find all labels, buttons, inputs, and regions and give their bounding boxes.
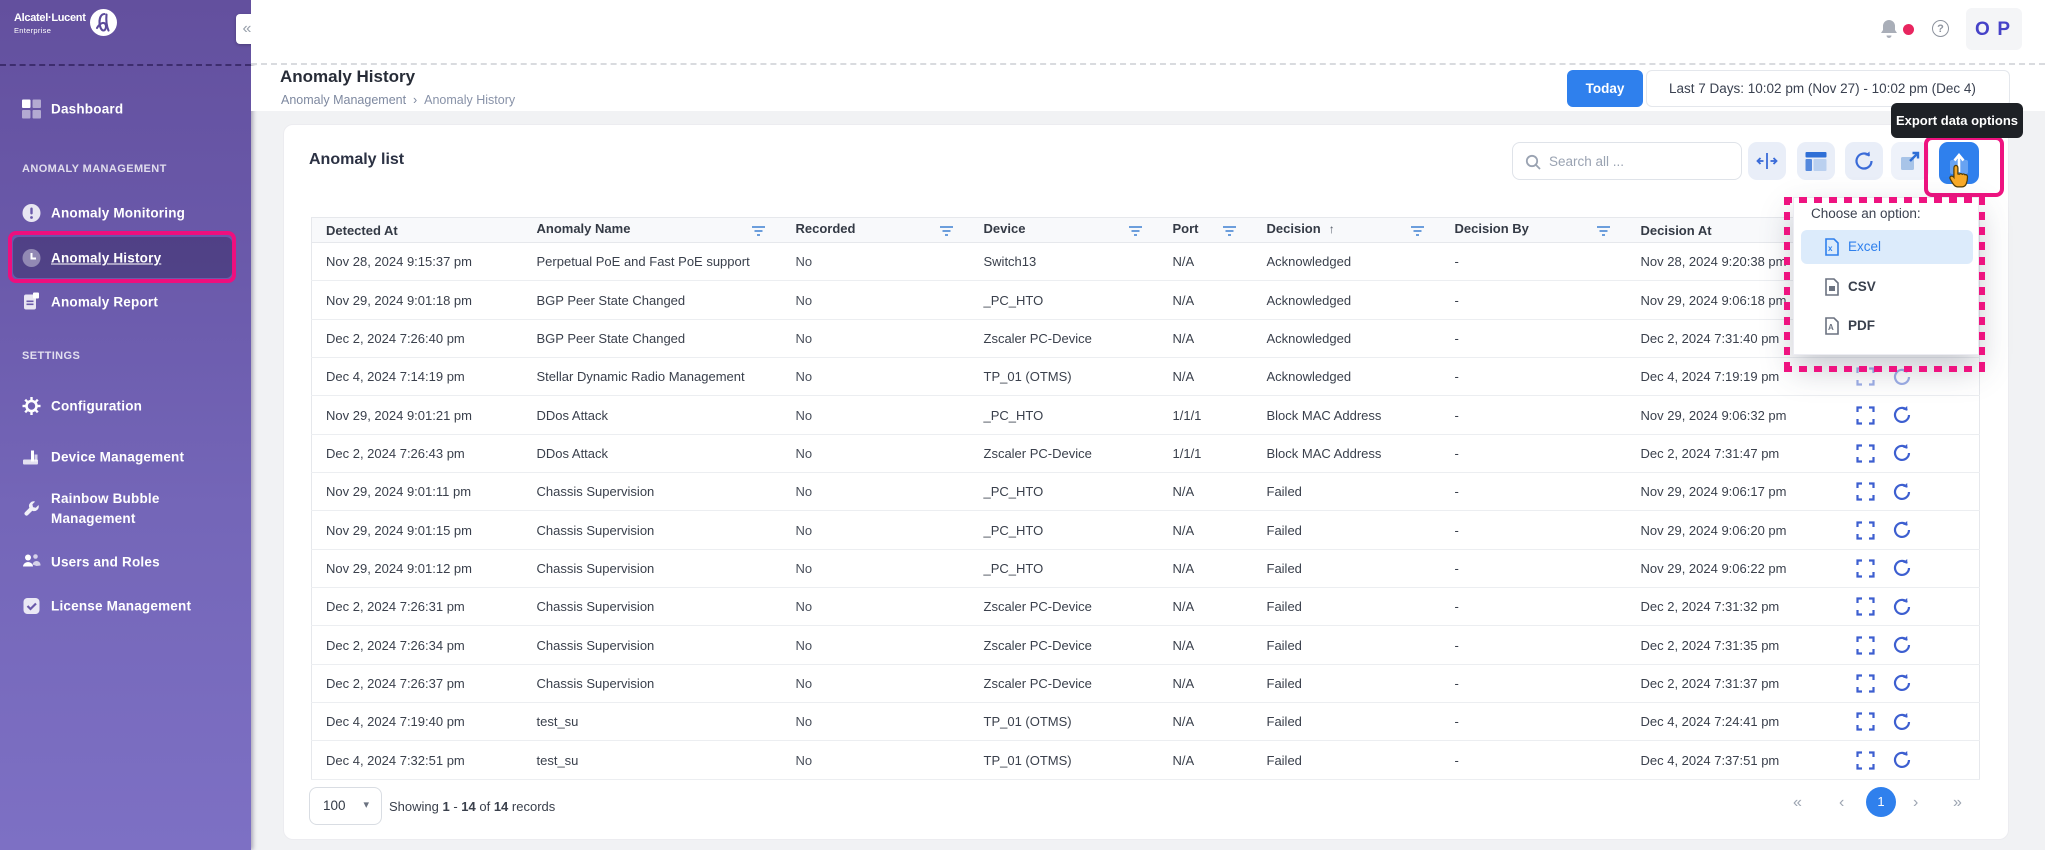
- svg-text:A: A: [1828, 323, 1834, 332]
- svg-text:x: x: [1828, 244, 1833, 253]
